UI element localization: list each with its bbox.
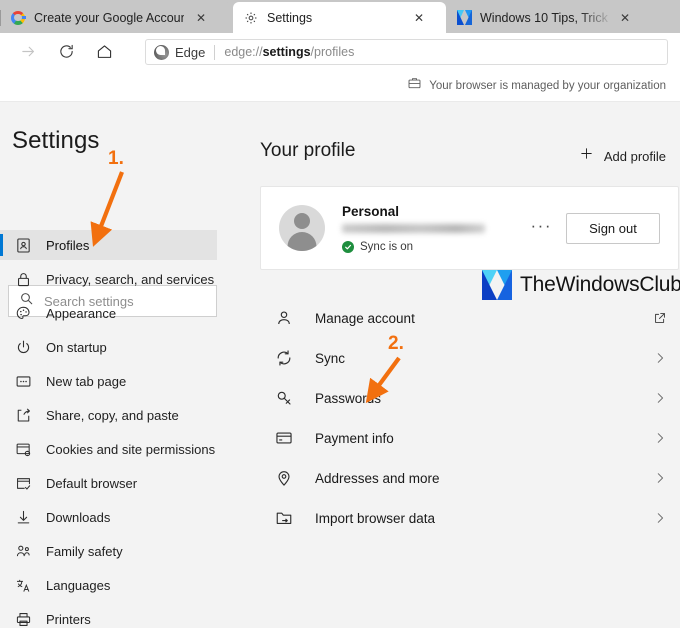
annotation-arrow-1 xyxy=(90,171,124,247)
annotation-arrows xyxy=(90,171,401,404)
annotation-number-2: 2. xyxy=(388,333,404,354)
annotation-arrow-2 xyxy=(365,356,401,404)
annotation-number-1: 1. xyxy=(108,148,124,169)
